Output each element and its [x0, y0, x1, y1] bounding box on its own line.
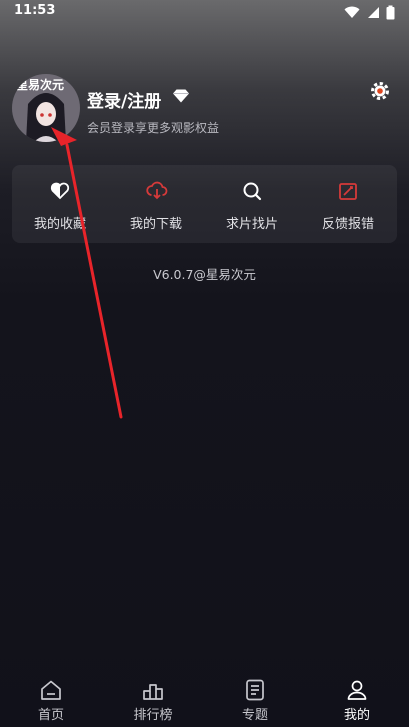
feedback-button[interactable]: 反馈报错 [300, 165, 396, 243]
login-register-link[interactable]: 登录/注册 [87, 87, 161, 112]
status-time: 11:53 [14, 3, 56, 18]
heart-icon [50, 182, 70, 200]
status-bar: 11:53 [0, 0, 409, 26]
vip-diamond-icon [173, 89, 189, 103]
my-downloads-button[interactable]: 我的下载 [108, 165, 204, 243]
request-movie-button[interactable]: 求片找片 [204, 165, 300, 243]
home-icon [41, 680, 61, 700]
request-movie-label: 求片找片 [225, 217, 278, 232]
feedback-label: 反馈报错 [321, 217, 374, 232]
tab-ranking[interactable]: 排行榜 [102, 672, 204, 727]
my-favorites-label: 我的收藏 [33, 217, 86, 232]
version-text: V6.0.7@星易次元 [153, 267, 256, 282]
ranking-icon [143, 684, 163, 700]
avatar-watermark-text: 星易次元 [16, 78, 65, 92]
tab-topics-label: 专题 [241, 708, 268, 723]
topic-icon [246, 679, 264, 701]
status-icons [344, 5, 395, 20]
tab-profile-label: 我的 [343, 708, 370, 723]
tab-ranking-label: 排行榜 [133, 708, 173, 723]
signal-icon [368, 7, 379, 18]
profile-icon [347, 680, 367, 700]
wifi-icon [344, 6, 360, 18]
profile-header: 星易次元 登录/注册 会员登录享更多观影权益 [0, 74, 409, 154]
battery-icon [386, 5, 395, 20]
tab-topics[interactable]: 专题 [204, 672, 306, 727]
my-favorites-button[interactable]: 我的收藏 [12, 165, 108, 243]
avatar[interactable]: 星易次元 [12, 74, 80, 142]
tab-home-label: 首页 [37, 708, 64, 723]
settings-gear-icon[interactable] [369, 80, 391, 102]
feedback-icon [339, 183, 357, 200]
search-icon [243, 182, 262, 201]
my-downloads-label: 我的下载 [129, 217, 182, 232]
tab-profile[interactable]: 我的 [306, 672, 408, 727]
bottom-tab-bar: 首页 排行榜 专题 我的 [0, 672, 409, 727]
tab-home[interactable]: 首页 [0, 672, 102, 727]
member-subtitle: 会员登录享更多观影权益 [87, 121, 220, 135]
quick-actions-card: 我的收藏 我的下载 求片找片 反馈报错 [12, 165, 397, 243]
cloud-download-icon [146, 181, 168, 200]
